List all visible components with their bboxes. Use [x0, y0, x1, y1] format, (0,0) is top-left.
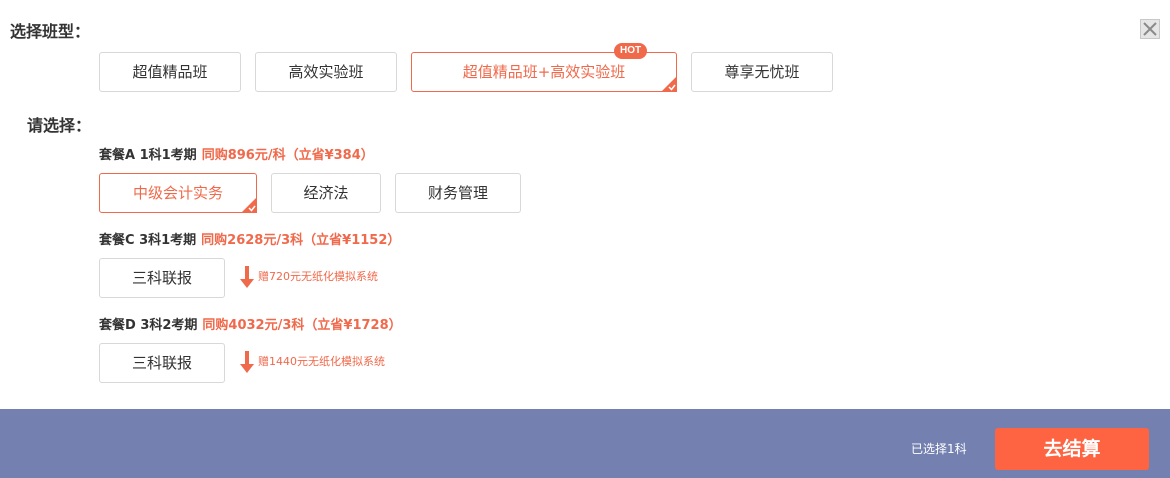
subject-option-label: 财务管理	[427, 184, 488, 202]
subject-option-label: 中级会计实务	[132, 184, 223, 202]
class-option-label: 高效实验班	[288, 63, 364, 81]
arrow-down-icon	[240, 351, 254, 373]
package-price: 同购4032元/3科（立省¥1728）	[202, 318, 402, 333]
checkmark-icon	[661, 76, 677, 92]
class-option-label: 超值精品班+高效实验班	[462, 63, 626, 81]
select-label: 请选择：	[27, 116, 92, 135]
class-option-label: 超值精品班	[132, 63, 208, 81]
combo-option-three-subjects-d[interactable]: 三科联报	[99, 343, 225, 383]
class-option-efficient-lab[interactable]: 高效实验班	[255, 52, 397, 92]
checkmark-icon	[241, 197, 257, 213]
package-d-title: 套餐D 3科2考期 同购4032元/3科（立省¥1728）	[99, 317, 402, 335]
gift-text: 赠1440元无纸化模拟系统	[258, 355, 385, 368]
combo-option-three-subjects-c[interactable]: 三科联报	[99, 258, 225, 298]
package-price: 同购896元/科（立省¥384）	[201, 148, 374, 163]
gift-note-c: 赠720元无纸化模拟系统	[239, 266, 378, 288]
class-option-value-premium[interactable]: 超值精品班	[99, 52, 241, 92]
hot-badge: HOT	[614, 43, 648, 59]
package-c-title: 套餐C 3科1考期 同购2628元/3科（立省¥1152）	[99, 232, 400, 250]
subject-option-label: 经济法	[303, 184, 349, 202]
combo-option-label: 三科联报	[131, 354, 192, 372]
class-option-combo[interactable]: 超值精品班+高效实验班 HOT	[411, 43, 677, 92]
combo-option-label: 三科联报	[131, 269, 192, 287]
arrow-down-icon	[240, 266, 254, 288]
class-option-worry-free[interactable]: 尊享无忧班	[691, 52, 833, 92]
subject-option-economic-law[interactable]: 经济法	[271, 173, 381, 213]
package-name: 套餐D 3科2考期	[99, 318, 198, 333]
package-price: 同购2628元/3科（立省¥1152）	[201, 233, 401, 248]
class-type-label: 选择班型：	[10, 22, 91, 41]
subject-option-intermediate-accounting[interactable]: 中级会计实务	[99, 173, 257, 213]
subject-option-financial-management[interactable]: 财务管理	[395, 173, 521, 213]
close-button[interactable]	[1140, 19, 1160, 39]
package-a-title: 套餐A 1科1考期 同购896元/科（立省¥384）	[99, 147, 374, 165]
close-icon	[1140, 19, 1160, 39]
gift-note-d: 赠1440元无纸化模拟系统	[239, 351, 385, 373]
checkout-button[interactable]: 去结算	[995, 428, 1149, 470]
selected-count: 已选择1科	[911, 442, 967, 456]
package-name: 套餐A 1科1考期	[99, 148, 197, 163]
footer-bar: 已选择1科 去结算	[0, 409, 1170, 478]
gift-text: 赠720元无纸化模拟系统	[258, 270, 378, 283]
class-option-label: 尊享无忧班	[724, 63, 800, 81]
package-name: 套餐C 3科1考期	[99, 233, 197, 248]
